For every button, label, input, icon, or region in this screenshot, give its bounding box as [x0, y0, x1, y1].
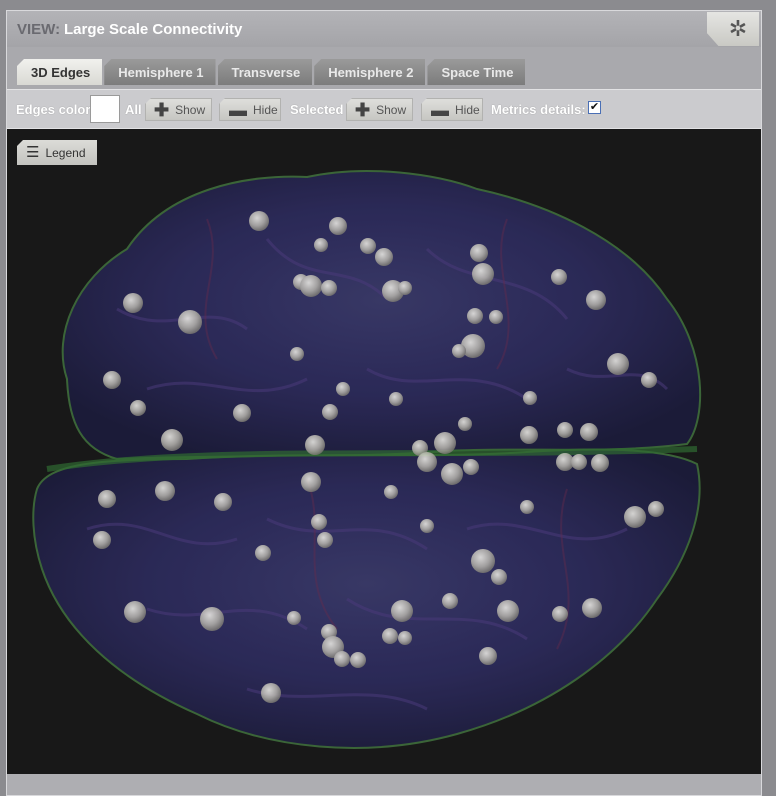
tab-hemisphere-1[interactable]: Hemisphere 1 [104, 59, 216, 85]
legend-label: Legend [45, 145, 86, 160]
view-title: Large Scale Connectivity [64, 21, 243, 38]
all-hide-button[interactable]: ▬ Hide [219, 98, 281, 121]
selected-show-label: Show [376, 102, 407, 117]
minus-icon: ▬ [431, 99, 449, 120]
selected-hide-label: Hide [455, 102, 480, 117]
connectivity-view-panel: VIEW: Large Scale Connectivity ✲ 3D Edge… [6, 10, 762, 796]
lower-hemisphere [32, 448, 701, 749]
metrics-details-checkbox[interactable]: ✔ [588, 101, 601, 114]
view-header: VIEW: Large Scale Connectivity ✲ [7, 11, 761, 47]
selected-hide-button[interactable]: ▬ Hide [421, 98, 483, 121]
metrics-details-label: Metrics details: [491, 102, 586, 117]
tab-bar: 3D Edges Hemisphere 1 Transverse Hemisph… [17, 59, 527, 87]
menu-icon: ☰ [26, 144, 40, 161]
edges-color-swatch[interactable] [90, 95, 120, 123]
brain-render [32, 170, 702, 749]
all-label: All [125, 102, 142, 117]
brain-3d-canvas[interactable]: ☰ Legend [7, 129, 761, 774]
tab-transverse[interactable]: Transverse [217, 59, 313, 85]
settings-button[interactable]: ✲ [707, 12, 759, 46]
edges-color-label: Edges color [16, 102, 91, 117]
tab-3d-edges[interactable]: 3D Edges [17, 59, 103, 85]
plus-icon: ✚ [355, 99, 371, 120]
all-hide-label: Hide [253, 102, 278, 117]
edges-toolbar: Edges color All ✚ Show ▬ Hide Selected ✚… [7, 89, 761, 129]
tab-hemisphere-2[interactable]: Hemisphere 2 [314, 59, 426, 85]
panel-footer [7, 774, 761, 795]
view-label: VIEW: [17, 21, 61, 38]
minus-icon: ▬ [229, 99, 247, 120]
all-show-button[interactable]: ✚ Show [145, 98, 212, 121]
gear-icon: ✲ [728, 16, 748, 41]
selected-show-button[interactable]: ✚ Show [346, 98, 413, 121]
all-show-label: Show [175, 102, 206, 117]
selected-label: Selected [290, 102, 344, 117]
legend-button[interactable]: ☰ Legend [17, 140, 97, 165]
upper-hemisphere [61, 170, 702, 461]
checkmark-icon: ✔ [589, 101, 600, 113]
plus-icon: ✚ [154, 99, 170, 120]
tab-space-time[interactable]: Space Time [427, 59, 526, 85]
